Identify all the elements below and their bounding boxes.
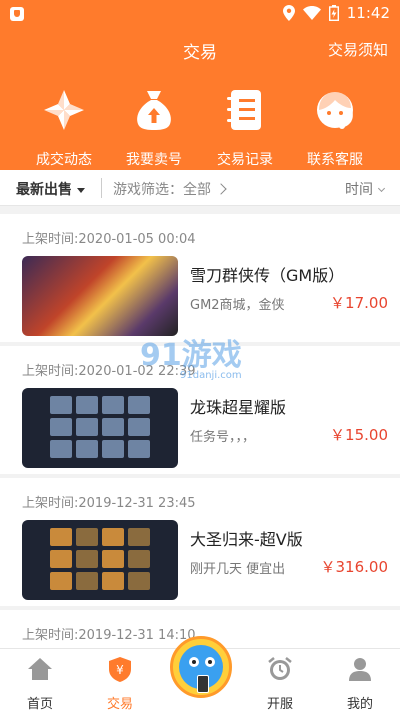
game-filter-label: 游戏筛选：全部 xyxy=(113,182,211,198)
headset-icon xyxy=(317,92,353,129)
quick-action-label: 成交动态 xyxy=(36,152,92,168)
tab-label: 首页 xyxy=(26,697,53,710)
location-icon xyxy=(282,5,295,21)
game-filter[interactable]: 游戏筛选：全部 xyxy=(113,179,227,199)
game-thumbnail xyxy=(22,520,178,600)
listing-name: 雪刀群侠传（GM版） xyxy=(190,266,345,285)
alarm-clock-icon xyxy=(268,657,292,680)
listing-desc: GM2商城，金侠 xyxy=(190,298,285,313)
phone-icon xyxy=(197,675,209,693)
listing-price: ￥316.00 xyxy=(320,558,389,576)
game-thumbnail xyxy=(22,388,178,468)
svg-text:¥: ¥ xyxy=(116,663,124,677)
listing-card[interactable]: 上架时间:2019-12-31 23:45 大圣归来-超V版 刚开几天 便宜出 … xyxy=(0,478,400,606)
header: 交易 交易须知 xyxy=(0,28,400,70)
mascot-center-button[interactable] xyxy=(170,636,232,698)
app-notification-icon xyxy=(10,7,24,21)
listing-desc: 刚开几天 便宜出 xyxy=(190,562,286,577)
quick-actions: 成交动态 我要卖号 交易记录 联系客服 xyxy=(0,70,400,170)
quick-action-trade-records[interactable]: 交易记录 xyxy=(200,88,290,169)
listing-card[interactable]: 上架时间:2020-01-05 00:04 雪刀群侠传（GM版） GM2商城，金… xyxy=(0,214,400,342)
wifi-icon xyxy=(302,6,321,20)
status-bar: 11:42 xyxy=(0,0,400,28)
sort-label: 最新出售 xyxy=(16,182,72,198)
quick-action-label: 我要卖号 xyxy=(126,152,182,168)
tab-label: 交易 xyxy=(106,697,133,710)
filter-bar: 最新出售 游戏筛选：全部 时间 xyxy=(0,170,400,206)
tab-trade[interactable]: ¥ 交易 xyxy=(90,655,150,710)
tab-home[interactable]: 首页 xyxy=(10,655,70,710)
tab-mine[interactable]: 我的 xyxy=(330,655,390,710)
listing-desc: 任务号，，， xyxy=(190,430,256,445)
watermark-sub: 91danji.com xyxy=(180,370,242,381)
clock-time: 11:42 xyxy=(346,4,390,22)
quick-action-sell-account[interactable]: 我要卖号 xyxy=(109,88,199,169)
battery-icon xyxy=(328,5,339,21)
money-bag-icon xyxy=(137,91,171,130)
listing-time: 上架时间:2019-12-31 23:45 xyxy=(22,496,196,511)
tab-server-open[interactable]: 开服 xyxy=(250,655,310,710)
quick-action-label: 联系客服 xyxy=(307,152,363,168)
listing-time: 上架时间:2020-01-05 00:04 xyxy=(22,232,196,247)
listing-name: 大圣归来-超V版 xyxy=(190,530,303,549)
sort-dropdown[interactable]: 最新出售 xyxy=(16,179,85,199)
time-sort-label: 时间 xyxy=(345,182,373,198)
game-thumbnail xyxy=(22,256,178,336)
listing-time: 上架时间:2019-12-31 14:10 xyxy=(22,628,196,643)
time-sort[interactable]: 时间 xyxy=(345,179,386,199)
notebook-icon xyxy=(227,90,261,130)
quick-action-label: 交易记录 xyxy=(217,152,273,168)
pinwheel-icon xyxy=(44,90,84,130)
chevron-right-icon xyxy=(215,183,227,195)
quick-action-customer-service[interactable]: 联系客服 xyxy=(290,88,380,169)
chevron-down-icon xyxy=(377,184,386,193)
divider xyxy=(101,178,102,198)
tab-label: 开服 xyxy=(266,697,293,710)
tab-label: 我的 xyxy=(346,697,373,710)
person-icon xyxy=(349,658,371,681)
shield-yen-icon: ¥ xyxy=(109,657,131,682)
watermark-main: 91游戏 xyxy=(140,338,242,373)
home-icon xyxy=(28,658,52,680)
listing-price: ￥15.00 xyxy=(330,426,388,444)
listing-name: 龙珠超星耀版 xyxy=(190,398,287,417)
quick-action-deal-feed[interactable]: 成交动态 xyxy=(19,88,109,169)
watermark: 91游戏 91danji.com xyxy=(140,330,242,381)
caret-down-icon xyxy=(77,187,85,193)
trade-rules-link[interactable]: 交易须知 xyxy=(328,39,388,60)
listing-price: ￥17.00 xyxy=(330,294,388,312)
